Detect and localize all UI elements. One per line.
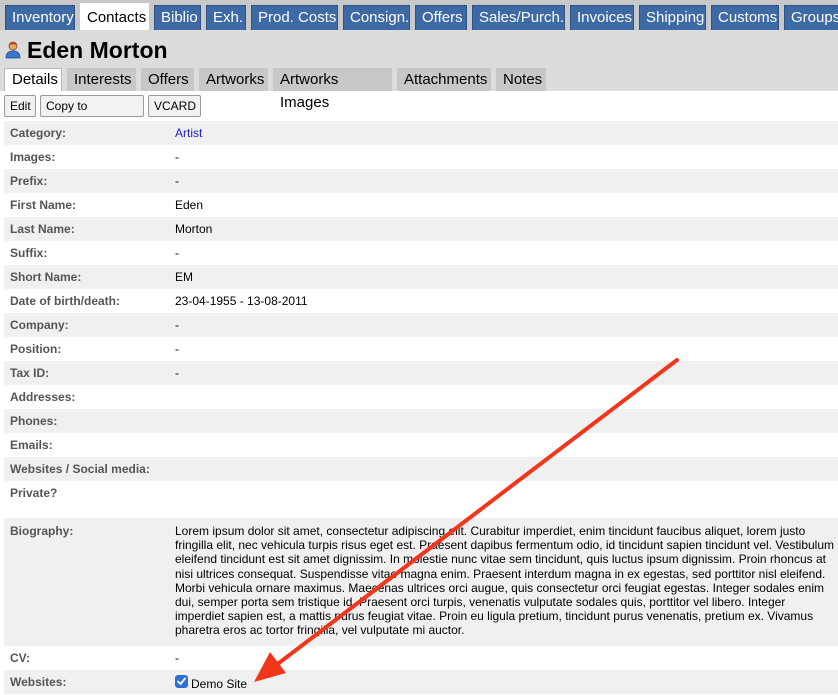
field-label: Position: [10,342,62,356]
field-value: - [175,366,179,380]
websites-row: Websites: Demo Site [4,670,838,694]
vcard-button[interactable]: VCARD [148,95,201,117]
field-row: Suffix: - [4,241,838,265]
field-label: Addresses: [10,390,76,404]
tab-invoices[interactable]: Invoices [570,5,634,30]
subtab-artworks-images[interactable]: Artworks Images [273,68,392,111]
field-value: - [175,174,179,188]
subtab-artworks[interactable]: Artworks [199,68,268,91]
field-value: EM [175,270,193,284]
tab-contacts[interactable]: Contacts [80,3,149,30]
field-row: Last Name: Morton [4,217,838,241]
field-row: Websites / Social media: [4,457,838,481]
field-row: Date of birth/death: 23-04-1955 - 13-08-… [4,289,838,313]
biography-row: Biography: Lorem ipsum dolor sit amet, c… [4,518,838,646]
field-row: Tax ID: - [4,361,838,385]
field-value: - [175,318,179,332]
field-label: Company: [10,318,69,332]
biography-text: Lorem ipsum dolor sit amet, consectetur … [175,524,835,638]
tab-customs[interactable]: Customs [711,5,779,30]
field-row: Prefix: - [4,169,838,193]
demo-site-label[interactable]: Demo Site [191,677,247,691]
subtab-interests[interactable]: Interests [67,68,136,91]
edit-button[interactable]: Edit [4,95,36,117]
field-label: Images: [10,150,56,164]
field-row: Position: - [4,337,838,361]
tab-prod-costs[interactable]: Prod. Costs [251,5,338,30]
field-label: Short Name: [10,270,82,284]
subtab-notes[interactable]: Notes [496,68,546,91]
cv-value: - [175,651,179,665]
field-row: Private? [4,481,838,505]
field-label: Last Name: [10,222,75,236]
field-label: Suffix: [10,246,48,260]
checkmark-icon [177,677,186,685]
top-navigation: Inventory Contacts Biblio Exh. Prod. Cos… [0,0,838,30]
tab-groups[interactable]: Groups [784,5,838,30]
field-label: Private? [10,486,58,500]
field-row: Images: - [4,145,838,169]
field-row: Company: - [4,313,838,337]
field-value: Eden [175,198,204,212]
tab-sales-purch[interactable]: Sales/Purch. [472,5,565,30]
field-row: First Name: Eden [4,193,838,217]
page-title: Eden Morton [27,37,168,63]
field-label: Tax ID: [10,366,50,380]
field-value: - [175,342,179,356]
field-label: Category: [10,126,67,140]
field-label: Emails: [10,438,53,452]
tab-offers[interactable]: Offers [415,5,467,30]
field-value: Morton [175,222,213,236]
tab-inventory[interactable]: Inventory [5,5,75,30]
tab-biblio[interactable]: Biblio [154,5,201,30]
tab-shipping[interactable]: Shipping [639,5,706,30]
tab-consign[interactable]: Consign. [343,5,410,30]
tab-exh[interactable]: Exh. [206,5,246,30]
field-label: Date of birth/death: [10,294,120,308]
field-row: Addresses: [4,385,838,409]
field-row: Category: Artist [4,121,838,145]
category-link[interactable]: Artist [175,126,202,140]
cv-label: CV: [10,651,31,665]
cv-row: CV: - [4,646,838,670]
subtab-offers[interactable]: Offers [141,68,194,91]
field-value: 23-04-1955 - 13-08-2011 [175,294,308,308]
biography-label: Biography: [10,524,74,538]
field-label: Prefix: [10,174,48,188]
subtab-attachments[interactable]: Attachments [397,68,491,91]
demo-site-checkbox[interactable] [175,675,188,688]
field-value: - [175,246,179,260]
field-row: Short Name: EM [4,265,838,289]
field-value: - [175,150,179,164]
subtab-details[interactable]: Details [4,68,62,91]
field-label: Websites / Social media: [10,462,150,476]
field-label: First Name: [10,198,77,212]
field-row: Phones: [4,409,838,433]
person-icon [5,41,21,59]
field-label: Phones: [10,414,58,428]
websites-label: Websites: [10,675,67,689]
detail-tabs: Details Interests Offers Artworks Artwor… [0,68,838,111]
copy-to-clipboard-button[interactable]: Copy to clipboard [40,95,144,133]
field-row: Emails: [4,433,838,457]
